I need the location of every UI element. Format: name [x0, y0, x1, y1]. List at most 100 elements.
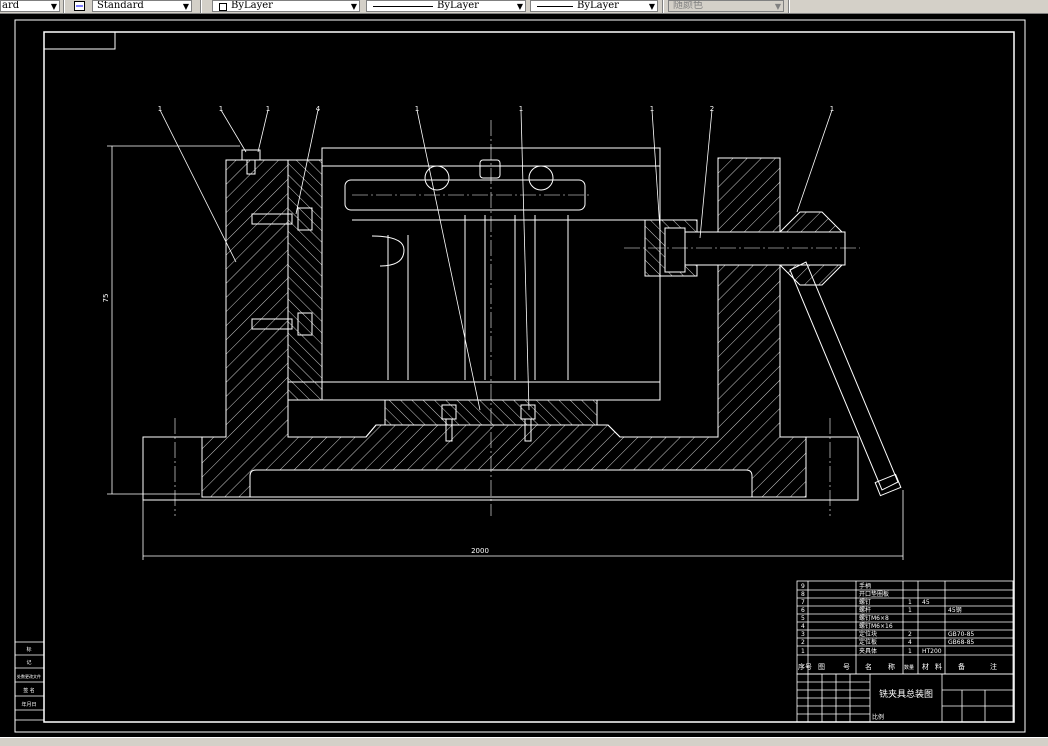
linetype-dropdown[interactable]: ByLayer ▼: [366, 0, 526, 12]
layer-color-value: ByLayer: [231, 0, 273, 11]
title-block-scale-label: 比例: [872, 713, 884, 721]
text-style-value: ard: [2, 0, 20, 11]
header-cell: 材: [922, 662, 929, 671]
chevron-down-icon: ▼: [350, 2, 357, 11]
plot-style-value: 随颜色: [673, 0, 703, 11]
balloon-label: 1: [415, 105, 419, 113]
part-no: 4: [801, 623, 805, 630]
balloon-label: 1: [519, 105, 523, 113]
balloon-label: 2: [710, 105, 714, 113]
color-swatch-icon: [219, 3, 227, 11]
header-cell: 号: [843, 663, 850, 671]
drawing-title: 铣夹具总装图: [879, 688, 933, 700]
part-qty: 2: [908, 631, 912, 638]
workpiece-flange: [287, 381, 661, 401]
dimension-width-label: 2000: [471, 547, 489, 555]
part-note: GB70-85: [948, 631, 974, 638]
part-name: 夹具体: [859, 647, 877, 655]
part-material: HT200: [922, 648, 942, 655]
part-material: 45: [922, 599, 930, 606]
part-note: GB68-85: [948, 639, 974, 646]
balloon-label: 1: [830, 105, 834, 113]
layer-color-dropdown[interactable]: ByLayer ▼: [212, 0, 360, 12]
part-qty: 1: [908, 648, 912, 655]
part-note: 45钢: [948, 606, 962, 614]
lineweight-preview-icon: [537, 6, 573, 7]
part-no: 3: [801, 631, 805, 638]
workpiece-hole-left: [424, 165, 450, 191]
part-name: 螺钉M6×16: [859, 622, 893, 630]
properties-toolbar: ard ▼ Standard ▼ ByLayer ▼ ByLayer ▼ ByL…: [0, 0, 1048, 14]
lineweight-dropdown[interactable]: ByLayer ▼: [530, 0, 658, 12]
workpiece-notch: [479, 159, 501, 179]
revision-label: 签 名: [23, 687, 35, 694]
drawing-canvas[interactable]: 75 2000 1 1 1 4 1 1 1 2 1 标 记 处数更改文件 签 名: [0, 14, 1048, 737]
handle-cap: [874, 473, 902, 497]
part-name: 螺钉: [859, 598, 871, 606]
revision-label: 处数更改文件: [17, 673, 41, 679]
part-no: 8: [801, 591, 805, 598]
part-name: 定位块: [859, 630, 877, 638]
top-screw-head: [241, 149, 261, 161]
balloon-label: 1: [266, 105, 270, 113]
balloon-labels: 1 1 1 4 1 1 1 2 1: [158, 105, 834, 113]
header-cell: 序号: [798, 662, 812, 671]
workpiece-hole-right: [528, 165, 554, 191]
lineweight-value: ByLayer: [577, 0, 619, 11]
dim-style-value: Standard: [97, 0, 144, 11]
revision-table: [14, 641, 45, 721]
linetype-value: ByLayer: [437, 0, 479, 11]
part-no: 7: [801, 599, 805, 606]
plot-style-dropdown[interactable]: 随颜色 ▼: [668, 0, 784, 12]
parts-list-entries: 9 手柄 8 开口垫圈板 7 螺钉 1 45 6 螺杆 1 45钢 5 螺钉M6…: [801, 582, 974, 655]
linetype-preview-icon: [373, 6, 433, 7]
header-cell: 数量: [904, 664, 914, 671]
chevron-down-icon: ▼: [50, 2, 57, 11]
dimension-style-icon[interactable]: [74, 1, 85, 11]
part-name: 手柄: [859, 582, 871, 590]
revision-label: 记: [26, 659, 31, 666]
part-no: 1: [801, 648, 805, 655]
toolbar-separator: [200, 0, 202, 13]
chevron-down-icon: ▼: [774, 2, 781, 11]
clamp-screw-shaft: [684, 231, 846, 266]
revision-label: 年月日: [21, 701, 36, 708]
part-name: 螺杆: [859, 606, 871, 614]
toolbar-separator: [788, 0, 790, 13]
balloon-label: 1: [158, 105, 162, 113]
chevron-down-icon: ▼: [182, 2, 189, 11]
header-cell: 备: [958, 662, 965, 671]
toolbar-separator: [662, 0, 664, 13]
dimension-height-label: 75: [102, 294, 110, 303]
parts-list-header: 序号 图 号 名 称 数量 材 料 备 注: [798, 662, 997, 671]
part-qty: 1: [908, 599, 912, 606]
part-no: 6: [801, 607, 805, 614]
header-cell: 料: [935, 662, 942, 671]
header-cell: 注: [990, 662, 997, 671]
dim-style-dropdown[interactable]: Standard ▼: [92, 0, 192, 12]
header-cell: 图: [818, 663, 825, 671]
fixture-assembly: [142, 147, 902, 501]
left-locating-plate: [287, 159, 323, 401]
chevron-down-icon: ▼: [648, 2, 655, 11]
part-name: 定位板: [859, 638, 877, 646]
part-no: 2: [801, 639, 805, 646]
part-qty: 4: [908, 639, 912, 646]
balloon-label: 4: [316, 105, 321, 113]
part-no: 9: [801, 583, 805, 590]
clamp-screw-head: [664, 227, 686, 273]
toolbar-separator: [63, 0, 65, 13]
fixture-base-relief: [249, 469, 753, 498]
balloon-label: 1: [219, 105, 223, 113]
part-name: 螺钉M6×8: [859, 614, 889, 622]
text-style-dropdown[interactable]: ard ▼: [0, 0, 60, 12]
chevron-down-icon: ▼: [516, 2, 523, 11]
part-qty: 1: [908, 607, 912, 614]
part-name: 开口垫圈板: [859, 590, 889, 598]
workpiece-ribs: [387, 215, 569, 380]
part-no: 5: [801, 615, 805, 622]
revision-label: 标: [26, 646, 31, 653]
header-cell: 称: [888, 662, 895, 671]
parts-list-table: [796, 580, 1014, 675]
balloon-label: 1: [650, 105, 654, 113]
